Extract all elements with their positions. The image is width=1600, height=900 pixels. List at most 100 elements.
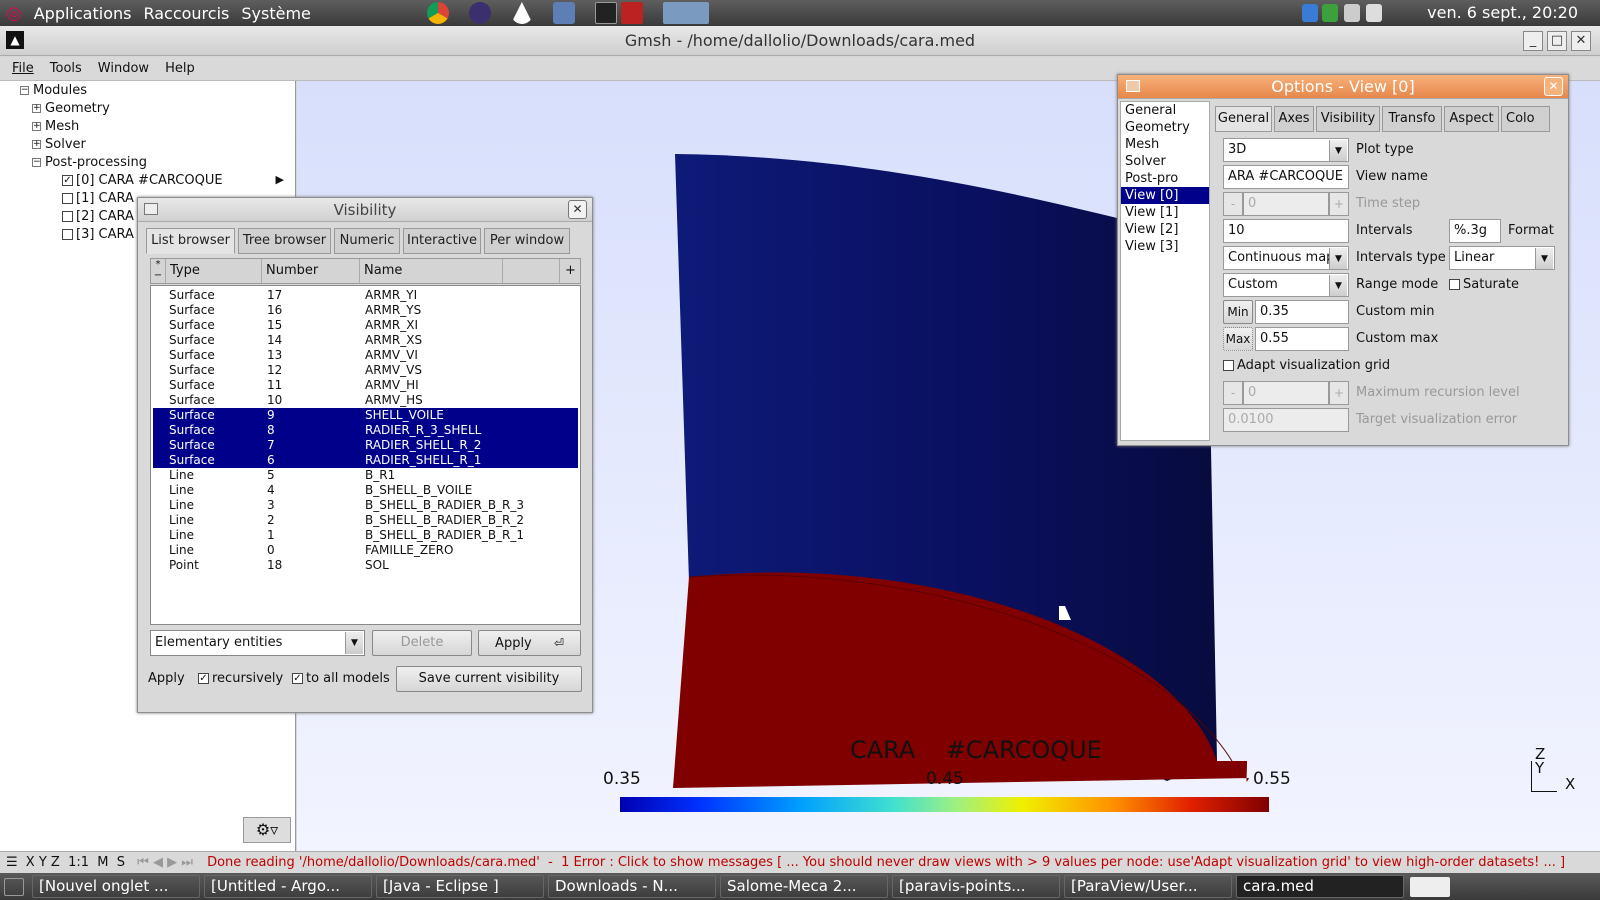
security-check-icon[interactable] <box>1322 4 1338 22</box>
list-item[interactable]: Surface 16 ARMR_YS <box>153 303 578 318</box>
debian-logo-icon[interactable]: ◎ <box>0 3 28 24</box>
tree-mesh[interactable]: + Mesh <box>32 119 79 134</box>
nav-item[interactable]: View [3] <box>1121 238 1209 255</box>
view-1-checkbox[interactable] <box>62 193 73 204</box>
intervals-type-select[interactable]: Linear ▼ <box>1449 246 1555 270</box>
nav-item[interactable]: Post-pro <box>1121 170 1209 187</box>
recursion-decrement[interactable]: - <box>1223 381 1243 405</box>
select-all-icon[interactable]: * − <box>151 259 166 283</box>
min-button[interactable]: Min <box>1223 300 1253 324</box>
list-item[interactable]: Surface 9 SHELL_VOILE <box>153 408 578 423</box>
to-all-models-option[interactable]: ✓ to all models <box>292 670 390 688</box>
argo-launcher-icon[interactable] <box>552 2 575 24</box>
intervals-mode-select[interactable]: Continuous map ▼ <box>1223 246 1349 270</box>
tab-axes[interactable]: Axes <box>1274 106 1314 132</box>
task-paraview[interactable]: [ParaView/User... <box>1064 875 1232 898</box>
gmsh-launcher-icon[interactable] <box>510 2 533 24</box>
tab-transfo[interactable]: Transfo <box>1382 106 1442 132</box>
menu-window[interactable]: Window <box>90 61 157 76</box>
view-0-checkbox[interactable]: ✓ <box>62 175 73 186</box>
close-window-icon[interactable]: ✕ <box>1571 31 1591 51</box>
view-2-checkbox[interactable] <box>62 211 73 222</box>
salome-launcher-icon[interactable] <box>662 2 709 24</box>
recursively-checkbox[interactable]: ✓ <box>198 673 209 684</box>
expand-icon[interactable]: + <box>32 104 41 113</box>
tree-solver[interactable]: + Solver <box>32 137 86 152</box>
tab-numeric[interactable]: Numeric <box>334 228 400 254</box>
list-item[interactable]: Surface 13 ARMV_VI <box>153 348 578 363</box>
list-item[interactable]: Line 4 B_SHELL_B_VOILE <box>153 483 578 498</box>
entity-type-select[interactable]: Elementary entities ▼ <box>150 630 365 656</box>
range-mode-select[interactable]: Custom ▼ <box>1223 273 1349 297</box>
tab-tree-browser[interactable]: Tree browser <box>238 228 331 254</box>
tree-view-3[interactable]: [3] CARA <box>62 227 134 242</box>
maximize-icon[interactable]: □ <box>1547 31 1567 51</box>
menu-applications[interactable]: Applications <box>28 4 138 23</box>
list-item[interactable]: Surface 10 ARMV_HS <box>153 393 578 408</box>
view-name-input[interactable]: ARA #CARCOQUE <box>1223 165 1349 189</box>
tab-list-browser[interactable]: List browser <box>146 228 235 254</box>
settings-gear-icon[interactable]: ⚙▿ <box>243 817 291 843</box>
apply-button[interactable]: Apply ⏎ <box>478 630 581 656</box>
max-recursion-input[interactable]: 0 <box>1243 381 1329 405</box>
network-signal-icon[interactable] <box>1344 4 1360 22</box>
menu-shortcuts[interactable]: Raccourcis <box>137 4 235 23</box>
save-visibility-button[interactable]: Save current visibility <box>396 666 582 692</box>
tab-color[interactable]: Colo <box>1501 106 1550 132</box>
tab-aspect[interactable]: Aspect <box>1444 106 1499 132</box>
list-item[interactable]: Line 1 B_SHELL_B_RADIER_B_R_1 <box>153 528 578 543</box>
column-type[interactable]: Type <box>166 259 262 283</box>
window-menu-icon[interactable] <box>144 203 158 215</box>
tree-view-1[interactable]: [1] CARA <box>62 191 134 206</box>
show-desktop-icon[interactable] <box>4 877 24 896</box>
eclipse-launcher-icon[interactable] <box>468 2 491 24</box>
list-item[interactable]: Surface 11 ARMV_HI <box>153 378 578 393</box>
tree-view-0[interactable]: ✓ [0] CARA #CARCOQUE ▶ <box>62 173 284 188</box>
menu-system[interactable]: Système <box>235 4 317 23</box>
list-item[interactable]: Surface 17 ARMR_YI <box>153 288 578 303</box>
chevron-down-icon[interactable]: ▼ <box>1329 275 1347 296</box>
task-argo[interactable]: [Untitled - Argo... <box>204 875 372 898</box>
menu-file[interactable]: File <box>4 61 42 76</box>
recursively-option[interactable]: ✓ recursively <box>198 670 283 688</box>
chevron-down-icon[interactable]: ▼ <box>1329 248 1347 269</box>
list-item[interactable]: Surface 6 RADIER_SHELL_R_1 <box>153 453 578 468</box>
column-number[interactable]: Number <box>262 259 360 283</box>
status-message[interactable]: Done reading '/home/dallolio/Downloads/c… <box>207 855 1565 870</box>
terminal-launcher-icon[interactable] <box>594 2 617 24</box>
task-chrome[interactable]: [Nouvel onglet ... <box>32 875 200 898</box>
nav-item[interactable]: Mesh <box>1121 136 1209 153</box>
list-item[interactable]: Line 3 B_SHELL_B_RADIER_B_R_3 <box>153 498 578 513</box>
list-item[interactable]: Surface 15 ARMR_XI <box>153 318 578 333</box>
list-item[interactable]: Surface 8 RADIER_R_3_SHELL <box>153 423 578 438</box>
column-name[interactable]: Name <box>360 259 503 283</box>
task-eclipse[interactable]: [Java - Eclipse ] <box>376 875 544 898</box>
adapt-grid-option[interactable]: Adapt visualization grid <box>1223 354 1390 378</box>
list-item[interactable]: Point 18 SOL <box>153 558 578 573</box>
playback-controls-icon[interactable]: ⏮ ◀ ▶ ⏭ <box>137 855 193 870</box>
task-cara-med[interactable]: cara.med <box>1236 875 1404 898</box>
nav-item[interactable]: View [0] <box>1121 187 1209 204</box>
nav-item[interactable]: View [1] <box>1121 204 1209 221</box>
nav-item[interactable]: General <box>1121 102 1209 119</box>
window-menu-icon[interactable] <box>1126 80 1140 92</box>
workspace-switcher-icon[interactable] <box>1410 876 1450 897</box>
chrome-launcher-icon[interactable] <box>426 2 449 24</box>
custom-min-input[interactable]: 0.35 <box>1255 300 1349 324</box>
tab-general[interactable]: General <box>1215 106 1272 132</box>
recursion-increment[interactable]: + <box>1329 381 1349 405</box>
time-step-decrement[interactable]: - <box>1223 192 1243 216</box>
view-controls[interactable]: X Y Z 1:1 M S <box>26 855 125 870</box>
clock[interactable]: ven. 6 sept., 20:20 <box>1427 3 1578 22</box>
add-column-icon[interactable]: + <box>559 259 580 283</box>
saturate-option[interactable]: Saturate <box>1449 273 1519 297</box>
nav-item[interactable]: View [2] <box>1121 221 1209 238</box>
tab-interactive[interactable]: Interactive <box>403 228 481 254</box>
list-item[interactable]: Line 5 B_R1 <box>153 468 578 483</box>
entity-list[interactable]: Surface 17 ARMR_YI Surface 16 ARMR_YS Surface 1… <box>150 285 581 625</box>
time-step-input[interactable]: 0 <box>1243 192 1329 216</box>
tree-geometry[interactable]: + Geometry <box>32 101 110 116</box>
chevron-down-icon[interactable]: ▼ <box>1535 248 1553 269</box>
app-launcher-icon[interactable] <box>620 2 643 24</box>
list-item[interactable]: Line 2 B_SHELL_B_RADIER_B_R_2 <box>153 513 578 528</box>
